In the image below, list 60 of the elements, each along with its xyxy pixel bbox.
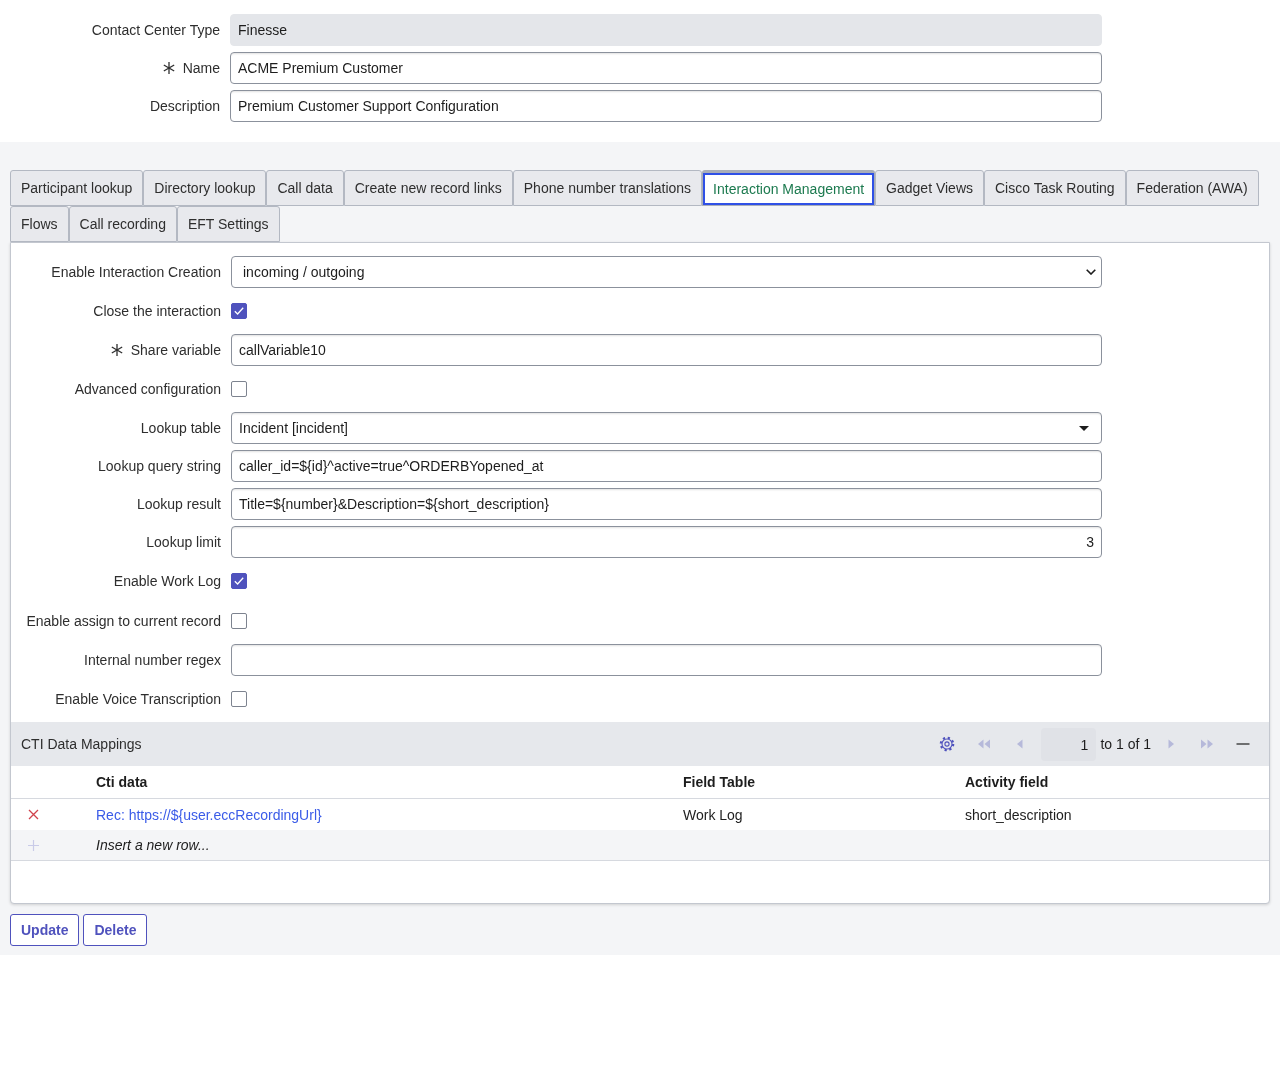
field-label: Name [182,60,220,76]
tab[interactable]: Participant lookup [10,170,144,206]
form-button[interactable]: Update [10,914,80,946]
form-button[interactable]: Delete [83,914,148,946]
field-label: Lookup limit [146,534,221,550]
field-label: Close the interaction [93,303,221,319]
checkbox[interactable] [231,573,247,589]
field-label: Share variable [130,342,221,358]
text-field[interactable]: ACME Premium Customer [230,52,1102,84]
tab[interactable]: EFT Settings [176,206,280,242]
page-summary: to 1 of 1 [1100,736,1151,752]
record-link[interactable]: Rec: https://${user.eccRecordingUrl} [96,806,322,823]
checkbox[interactable] [231,303,247,319]
field-label: Lookup result [136,496,221,512]
related-list-title: CTI Data Mappings [21,736,142,752]
tab[interactable]: Create new record links [343,170,513,206]
column-header[interactable]: Cti data [96,774,148,790]
delete-icon[interactable] [28,809,39,820]
reference-field[interactable]: Incident [incident] [231,412,1102,444]
field-label: Enable Interaction Creation [51,264,221,280]
chevron-down-icon [1086,269,1096,275]
column-header[interactable]: Activity field [965,774,1049,790]
page-number-field[interactable]: 1 [1041,727,1097,761]
tab[interactable]: Directory lookup [143,170,267,206]
field-label: Enable assign to current record [26,613,221,629]
caret-down-icon [1079,425,1089,431]
tab[interactable]: Phone number translations [512,170,703,206]
field-label: Contact Center Type [91,22,220,38]
tab[interactable]: Gadget Views [875,170,984,206]
select-field[interactable]: incoming / outgoing [231,256,1102,288]
field-label: Enable Voice Transcription [55,691,221,707]
check-icon [234,577,244,585]
tab[interactable]: Cisco Task Routing [984,170,1126,206]
tab[interactable]: Interaction Management [702,170,876,206]
field-label: Advanced configuration [74,381,221,397]
field-label: Lookup table [140,420,221,436]
check-icon [234,307,244,315]
field-label: Lookup query string [98,458,221,474]
tab[interactable]: Flows [10,206,69,242]
text-field[interactable]: callVariable10 [231,334,1102,366]
checkbox[interactable] [231,691,247,707]
settings-icon[interactable] [939,736,956,752]
column-header[interactable]: Field Table [683,774,756,790]
field-label: Enable Work Log [113,573,221,589]
field-label: Description [149,98,220,114]
number-field[interactable]: 3 [231,526,1102,558]
insert-row-text[interactable]: Insert a new row... [96,837,210,853]
checkbox[interactable] [231,381,247,397]
table-cell: short_description [965,806,1072,823]
tab[interactable]: Federation (AWA) [1125,170,1259,206]
table-cell: Work Log [683,806,743,823]
read-only-field: Finesse [230,14,1102,46]
field-label: Internal number regex [84,652,221,668]
checkbox[interactable] [231,613,247,629]
tab[interactable]: Call data [266,170,344,206]
text-field[interactable]: Premium Customer Support Configuration [230,90,1102,122]
text-field[interactable]: caller_id=${id}^active=true^ORDERBYopened_at [231,450,1102,482]
text-field[interactable]: Title=${number}&Description=${short_description} [231,488,1102,520]
tab[interactable]: Call recording [68,206,177,242]
text-field[interactable] [231,644,1102,676]
